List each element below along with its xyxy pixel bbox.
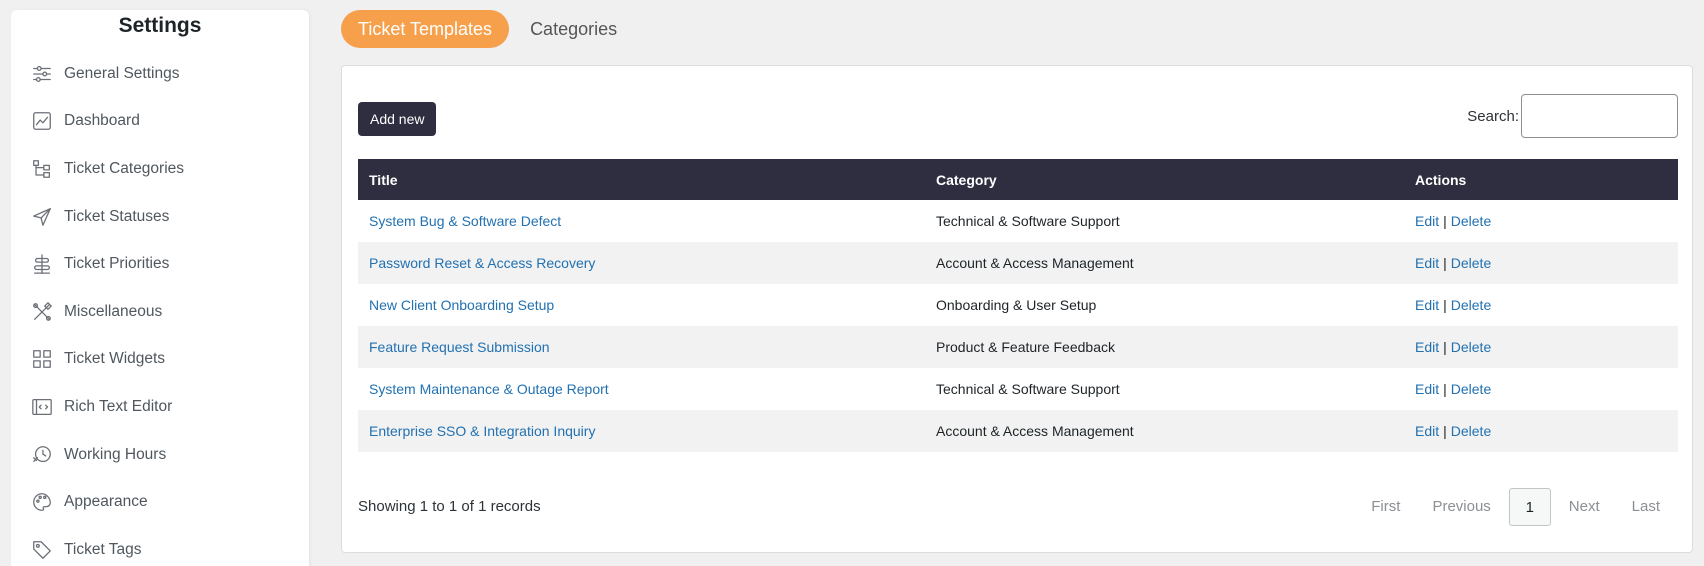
action-separator: | <box>1443 255 1447 271</box>
template-category: Onboarding & User Setup <box>936 297 1097 313</box>
action-separator: | <box>1443 213 1447 229</box>
templates-panel: Add new Search: Title Category Actions S… <box>341 65 1693 553</box>
sidebar-item-label: Ticket Categories <box>64 159 185 177</box>
edit-link[interactable]: Edit <box>1415 339 1439 355</box>
table-row: Password Reset & Access Recovery Account… <box>358 242 1678 284</box>
palette-icon <box>31 491 53 513</box>
tools-icon <box>31 301 53 323</box>
sliders-icon <box>31 63 53 85</box>
tab-bar: Ticket Templates Categories <box>341 10 638 48</box>
sidebar-list: General Settings Dashboard Ticket Catego… <box>11 50 309 566</box>
sidebar-item-ticket-categories[interactable]: Ticket Categories <box>11 145 309 193</box>
tree-icon <box>31 158 53 180</box>
sidebar-item-label: Rich Text Editor <box>64 397 173 415</box>
delete-link[interactable]: Delete <box>1451 213 1491 229</box>
widgets-icon <box>31 348 53 370</box>
send-icon <box>31 206 53 228</box>
template-title-link[interactable]: System Bug & Software Defect <box>369 213 561 229</box>
template-title-link[interactable]: Enterprise SSO & Integration Inquiry <box>369 423 595 439</box>
first-page-button[interactable]: First <box>1355 488 1416 526</box>
templates-table: Title Category Actions System Bug & Soft… <box>358 159 1678 452</box>
template-title-link[interactable]: Feature Request Submission <box>369 339 550 355</box>
column-header-title[interactable]: Title <box>358 159 925 200</box>
template-category: Technical & Software Support <box>936 381 1120 397</box>
delete-link[interactable]: Delete <box>1451 297 1491 313</box>
template-title-link[interactable]: New Client Onboarding Setup <box>369 297 554 313</box>
table-row: New Client Onboarding Setup Onboarding &… <box>358 284 1678 326</box>
tag-icon <box>31 539 53 561</box>
sidebar-item-rich-text-editor[interactable]: Rich Text Editor <box>11 383 309 431</box>
table-row: Feature Request Submission Product & Fea… <box>358 326 1678 368</box>
search-input[interactable] <box>1521 94 1678 138</box>
edit-link[interactable]: Edit <box>1415 255 1439 271</box>
edit-link[interactable]: Edit <box>1415 297 1439 313</box>
column-header-category[interactable]: Category <box>925 159 1404 200</box>
template-category: Account & Access Management <box>925 242 1404 284</box>
delete-link[interactable]: Delete <box>1451 381 1491 397</box>
edit-link[interactable]: Edit <box>1415 423 1439 439</box>
action-separator: | <box>1443 423 1447 439</box>
page-number-button[interactable]: 1 <box>1508 488 1551 526</box>
code-icon <box>31 396 53 418</box>
action-separator: | <box>1443 297 1447 313</box>
sidebar-item-label: Dashboard <box>64 112 140 130</box>
tab-categories[interactable]: Categories <box>513 10 634 48</box>
search-label: Search: <box>1467 107 1519 125</box>
settings-sidebar: Settings General Settings Dashboard Tick… <box>11 10 309 566</box>
next-page-button[interactable]: Next <box>1553 488 1616 526</box>
sidebar-title: Settings <box>118 14 202 37</box>
priority-icon <box>31 253 53 275</box>
sidebar-item-working-hours[interactable]: Working Hours <box>11 431 309 479</box>
app: Settings General Settings Dashboard Tick… <box>0 0 1704 566</box>
chart-icon <box>31 110 53 132</box>
table-row: System Maintenance & Outage Report Techn… <box>358 368 1678 410</box>
search-area: Search: <box>1467 94 1678 138</box>
tab-ticket-templates[interactable]: Ticket Templates <box>341 10 510 48</box>
sidebar-item-label: Ticket Priorities <box>64 255 170 273</box>
records-info: Showing 1 to 1 of 1 records <box>358 498 541 515</box>
clock-icon <box>31 444 53 466</box>
sidebar-item-appearance[interactable]: Appearance <box>11 478 309 526</box>
sidebar-item-label: Ticket Widgets <box>64 350 166 368</box>
edit-link[interactable]: Edit <box>1415 213 1439 229</box>
sidebar-item-ticket-priorities[interactable]: Ticket Priorities <box>11 240 309 288</box>
last-page-button[interactable]: Last <box>1616 488 1676 526</box>
sidebar-item-label: Ticket Statuses <box>64 207 170 225</box>
template-category: Product & Feature Feedback <box>925 326 1404 368</box>
sidebar-item-label: Miscellaneous <box>64 302 163 320</box>
delete-link[interactable]: Delete <box>1451 423 1491 439</box>
sidebar-item-dashboard[interactable]: Dashboard <box>11 98 309 146</box>
add-new-button[interactable]: Add new <box>358 102 437 136</box>
sidebar-item-label: Ticket Tags <box>64 540 142 558</box>
sidebar-item-general-settings[interactable]: General Settings <box>11 50 309 98</box>
table-row: Enterprise SSO & Integration Inquiry Acc… <box>358 410 1678 452</box>
edit-link[interactable]: Edit <box>1415 381 1439 397</box>
sidebar-item-label: General Settings <box>64 64 180 82</box>
action-separator: | <box>1443 339 1447 355</box>
sidebar-item-ticket-statuses[interactable]: Ticket Statuses <box>11 193 309 241</box>
action-separator: | <box>1443 381 1447 397</box>
template-category: Account & Access Management <box>925 410 1404 452</box>
column-header-actions: Actions <box>1404 159 1678 200</box>
table-row: System Bug & Software Defect Technical &… <box>358 200 1678 242</box>
delete-link[interactable]: Delete <box>1451 255 1491 271</box>
sidebar-item-label: Appearance <box>64 493 148 511</box>
sidebar-item-ticket-widgets[interactable]: Ticket Widgets <box>11 336 309 384</box>
template-title-link[interactable]: Password Reset & Access Recovery <box>369 255 595 271</box>
previous-page-button[interactable]: Previous <box>1416 488 1506 526</box>
sidebar-item-miscellaneous[interactable]: Miscellaneous <box>11 288 309 336</box>
sidebar-item-label: Working Hours <box>64 445 167 463</box>
sidebar-item-ticket-tags[interactable]: Ticket Tags <box>11 526 309 566</box>
template-category: Technical & Software Support <box>936 213 1120 229</box>
pagination: First Previous 1 Next Last <box>1355 488 1676 526</box>
template-title-link[interactable]: System Maintenance & Outage Report <box>369 381 609 397</box>
delete-link[interactable]: Delete <box>1451 339 1491 355</box>
table-header-row: Title Category Actions <box>358 159 1678 200</box>
